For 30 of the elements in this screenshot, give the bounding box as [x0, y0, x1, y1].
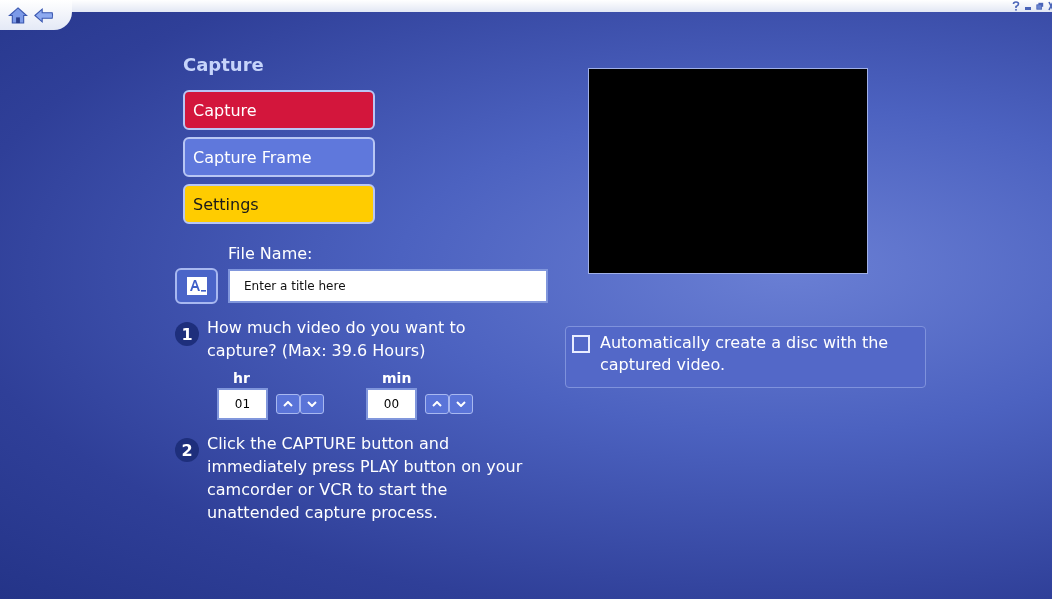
field-label: File Name:: [228, 244, 314, 263]
caret-down-icon: [456, 401, 466, 407]
caret-down-icon: [307, 401, 317, 407]
decrease-button[interactable]: [300, 394, 324, 414]
caret-up-icon: [432, 401, 442, 407]
menu-button[interactable]: Capture Frame: [183, 137, 375, 177]
step-text: How much video do you want to capture? (Max: 39.6 Hours): [207, 317, 467, 362]
step-text: Click the CAPTURE button and immediately press PLAY button on your camcorder or VCR to start the unattended capture process.: [207, 433, 524, 524]
help-icon[interactable]: [1012, 1, 1020, 11]
back-arrow-icon[interactable]: [34, 6, 54, 24]
duration-label: min: [382, 370, 412, 386]
checkbox-label: Automatically create a disc with the captured video.: [600, 332, 890, 376]
checkbox[interactable]: [572, 335, 590, 353]
duration-field[interactable]: 00: [366, 388, 417, 420]
menu-button[interactable]: Settings: [183, 184, 375, 224]
duration-label: hr: [233, 370, 250, 386]
decrease-button[interactable]: [449, 394, 473, 414]
caret-up-icon: [283, 401, 293, 407]
step-number: 2: [175, 438, 199, 462]
keyboard-button[interactable]: [175, 268, 218, 304]
increase-button[interactable]: [425, 394, 449, 414]
duration-field[interactable]: 01: [217, 388, 268, 420]
file-name-field[interactable]: Enter a title here: [228, 269, 548, 303]
increase-button[interactable]: [276, 394, 300, 414]
restore-icon[interactable]: [1036, 1, 1044, 11]
menu-button[interactable]: Capture: [183, 90, 375, 130]
text-cursor-icon: [186, 277, 207, 295]
home-icon[interactable]: [8, 6, 28, 24]
step-number: 1: [175, 322, 199, 346]
page-title: Capture: [183, 54, 265, 77]
